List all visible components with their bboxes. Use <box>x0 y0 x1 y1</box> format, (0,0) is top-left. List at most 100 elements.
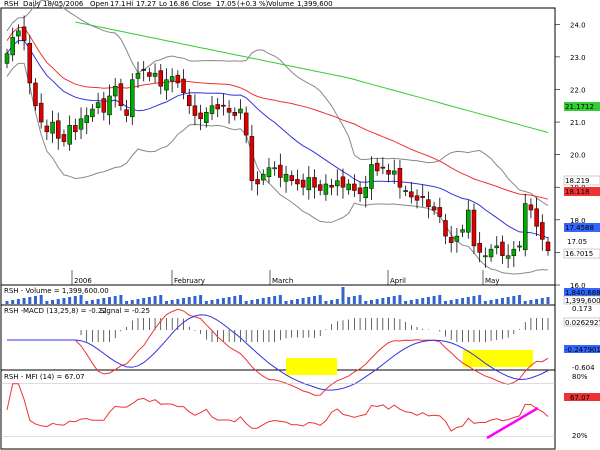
candle-body <box>471 209 477 247</box>
header-open-label: Open <box>90 0 109 8</box>
volume-bar <box>347 297 351 304</box>
mfi-tick-top: 80% <box>572 373 588 381</box>
candle-body <box>27 42 33 84</box>
candle-body <box>437 207 443 217</box>
sma-blue-line <box>6 40 549 239</box>
volume-bar <box>438 295 442 304</box>
volume-bar <box>512 296 516 304</box>
candle-body <box>346 183 351 191</box>
price-tick-label: 23.0 <box>570 54 586 62</box>
candle-body <box>534 208 539 227</box>
candle-body <box>380 166 386 169</box>
volume-bar <box>164 301 168 304</box>
candle-body <box>61 134 67 142</box>
candle-body <box>175 74 181 84</box>
candle-body <box>130 79 135 118</box>
macd-signal-end: 0.0262927 <box>565 319 600 327</box>
candle-body <box>124 109 129 116</box>
volume-bar <box>387 297 391 304</box>
volume-bar <box>68 297 72 304</box>
bb-upper-end-label: 18.219 <box>565 177 590 185</box>
volume-bar <box>426 297 430 304</box>
candle-body <box>84 115 89 123</box>
volume-bar <box>108 297 112 304</box>
candle-body <box>403 190 408 192</box>
volume-bar <box>273 296 277 304</box>
volume-bar <box>466 297 470 304</box>
mfi-end-label: 67.07 <box>570 394 590 402</box>
price-tick-label: 24.0 <box>570 21 586 29</box>
volume-bar <box>22 298 26 304</box>
volume-bar <box>500 298 504 304</box>
x-label-may: May <box>485 277 499 285</box>
candle-body <box>306 177 312 191</box>
header-close: 17.05 <box>216 0 236 8</box>
volume-bar <box>256 299 260 304</box>
volume-bar <box>33 296 37 304</box>
candle-body <box>329 185 334 188</box>
candle-body <box>483 255 488 258</box>
volume-bar <box>73 296 77 304</box>
volume-bar <box>449 300 453 304</box>
volume-bar <box>125 301 129 304</box>
volume-bar <box>369 300 373 304</box>
mfi-trend-line <box>486 406 539 440</box>
volume-bar <box>398 295 402 304</box>
sma200-end-label: 21.1712 <box>565 103 594 111</box>
header-change: (+0.3 %) <box>237 0 269 8</box>
candle-body <box>414 195 420 201</box>
candle-body <box>335 180 340 187</box>
volume-bar <box>136 299 140 304</box>
volume-bar <box>261 298 265 304</box>
volume-bar <box>85 301 89 304</box>
volume-bar <box>113 296 117 304</box>
candle-body <box>192 105 198 116</box>
volume-bar <box>495 299 499 304</box>
x-label-february: February <box>174 277 205 285</box>
volume-bar <box>364 301 368 304</box>
volume-bar <box>39 295 43 304</box>
candle-body <box>426 199 431 208</box>
volume-bar <box>352 296 356 304</box>
volume-bar <box>324 301 328 304</box>
candle-body <box>272 167 277 170</box>
x-label-april: April <box>390 277 406 285</box>
volume-bar <box>119 295 123 304</box>
candle-body <box>494 245 499 249</box>
candle-body <box>198 112 203 120</box>
volume-bar <box>79 295 83 304</box>
candle-body <box>283 173 289 182</box>
candle-body <box>261 173 266 181</box>
candle-body <box>181 78 186 93</box>
candle-body <box>545 241 551 252</box>
volume-bar <box>483 301 487 304</box>
candle-body <box>466 209 471 233</box>
candle-body <box>21 26 27 41</box>
candle-body <box>78 118 84 130</box>
candle-body <box>431 206 437 211</box>
candle-body <box>164 79 169 91</box>
candle-body <box>266 167 272 178</box>
candle-body <box>454 235 460 242</box>
candle-body <box>511 248 517 256</box>
header-volume: 1,399,600 <box>297 0 333 8</box>
volume-bar <box>443 301 447 304</box>
candle-body <box>112 85 118 97</box>
bollinger-upper <box>6 0 549 207</box>
macd-macd-end: -0.247901 <box>565 346 600 354</box>
volume-bar <box>170 300 174 304</box>
candle-body <box>38 102 44 123</box>
header-high-label: Hi <box>126 0 133 8</box>
candle-body <box>505 255 511 259</box>
candle-body <box>374 162 380 172</box>
volume-bar <box>51 300 55 304</box>
candle-body <box>158 70 164 87</box>
volume-bar <box>250 300 254 304</box>
volume-bar <box>313 296 317 304</box>
volume-bar <box>238 295 242 304</box>
volume-bar <box>421 298 425 304</box>
candle-body <box>363 186 369 198</box>
candle-body <box>73 125 78 133</box>
candle-body <box>107 95 112 116</box>
volume-bar <box>307 297 311 304</box>
